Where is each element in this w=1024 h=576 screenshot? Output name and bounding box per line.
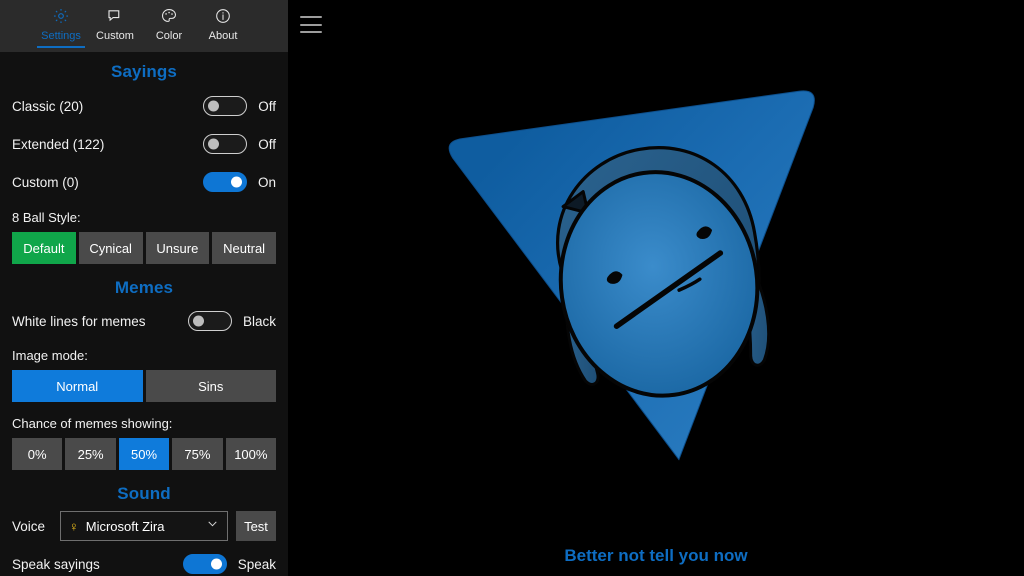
test-voice-button[interactable]: Test	[236, 511, 276, 541]
setting-row-white-lines: White lines for memes Black	[0, 302, 288, 340]
hamburger-bar	[300, 31, 322, 33]
settings-sidebar: Settings Custom	[0, 0, 288, 576]
chance-0-button[interactable]: 0%	[12, 438, 62, 470]
image-mode-button-group: Normal Sins	[0, 370, 288, 402]
ball-style-neutral-button[interactable]: Neutral	[212, 232, 276, 264]
custom-toggle[interactable]	[203, 172, 247, 192]
speak-sayings-label: Speak sayings	[12, 557, 100, 572]
ball-style-cynical-button[interactable]: Cynical	[79, 232, 143, 264]
ball-style-label: 8 Ball Style:	[0, 210, 288, 225]
tab-color[interactable]: Color	[142, 0, 196, 52]
extended-toggle-wrap: Off	[203, 134, 276, 154]
toggle-knob	[208, 101, 219, 112]
white-lines-toggle[interactable]	[188, 311, 232, 331]
image-mode-normal-button[interactable]: Normal	[12, 370, 143, 402]
white-lines-label: White lines for memes	[12, 314, 146, 329]
chance-50-button[interactable]: 50%	[119, 438, 169, 470]
tab-settings[interactable]: Settings	[34, 0, 88, 52]
hamburger-menu-icon[interactable]	[300, 16, 322, 33]
ball-style-default-button[interactable]: Default	[12, 232, 76, 264]
classic-toggle-state: Off	[258, 99, 276, 114]
classic-toggle-wrap: Off	[203, 96, 276, 116]
voice-dropdown[interactable]: ♀ Microsoft Zira	[60, 511, 228, 541]
voice-selected-value: Microsoft Zira	[86, 519, 206, 534]
extended-toggle[interactable]	[203, 134, 247, 154]
chance-25-button[interactable]: 25%	[65, 438, 115, 470]
toggle-knob	[208, 139, 219, 150]
voice-row: Voice ♀ Microsoft Zira Test	[0, 511, 288, 541]
custom-label: Custom (0)	[12, 175, 79, 190]
setting-row-extended: Extended (122) Off	[0, 125, 288, 163]
tab-custom[interactable]: Custom	[88, 0, 142, 52]
ball-style-button-group: Default Cynical Unsure Neutral	[0, 232, 288, 264]
chance-label: Chance of memes showing:	[0, 416, 288, 431]
white-lines-toggle-wrap: Black	[188, 311, 276, 331]
tab-settings-label: Settings	[41, 29, 81, 43]
info-circle-icon	[214, 5, 232, 27]
hamburger-bar	[300, 24, 322, 26]
magic-8-ball-stage[interactable]	[288, 60, 1024, 518]
chance-75-button[interactable]: 75%	[172, 438, 222, 470]
app-window: Settings Custom	[0, 0, 1024, 576]
main-content: Better not tell you now	[288, 0, 1024, 576]
tab-color-label: Color	[156, 29, 182, 43]
white-lines-toggle-state: Black	[243, 314, 276, 329]
image-mode-sins-button[interactable]: Sins	[146, 370, 277, 402]
toggle-knob	[211, 559, 222, 570]
tab-active-indicator	[37, 46, 85, 48]
section-header-sayings: Sayings	[0, 62, 288, 82]
custom-toggle-state: On	[258, 175, 276, 190]
blue-triangle-face-icon	[446, 79, 866, 499]
setting-row-custom: Custom (0) On	[0, 163, 288, 201]
chance-button-group: 0% 25% 50% 75% 100%	[0, 438, 288, 470]
gear-icon	[52, 5, 70, 27]
answer-text: Better not tell you now	[288, 546, 1024, 566]
setting-row-classic: Classic (20) Off	[0, 87, 288, 125]
section-header-memes: Memes	[0, 278, 288, 298]
classic-label: Classic (20)	[12, 99, 83, 114]
voice-label: Voice	[12, 519, 52, 534]
tab-about-label: About	[209, 29, 238, 43]
classic-toggle[interactable]	[203, 96, 247, 116]
setting-row-speak-sayings: Speak sayings Speak	[0, 545, 288, 576]
speech-bubble-icon	[106, 5, 124, 27]
section-header-sound: Sound	[0, 484, 288, 504]
speak-toggle-state: Speak	[238, 557, 276, 572]
chance-100-button[interactable]: 100%	[226, 438, 276, 470]
tab-about[interactable]: About	[196, 0, 250, 52]
ball-style-unsure-button[interactable]: Unsure	[146, 232, 210, 264]
image-mode-label: Image mode:	[0, 348, 288, 363]
hamburger-bar	[300, 16, 322, 18]
speak-sayings-toggle[interactable]	[183, 554, 227, 574]
female-symbol-icon: ♀	[69, 520, 79, 533]
chevron-down-icon	[206, 517, 219, 535]
toggle-knob	[231, 177, 242, 188]
extended-label: Extended (122)	[12, 137, 104, 152]
speak-toggle-wrap: Speak	[183, 554, 276, 574]
custom-toggle-wrap: On	[203, 172, 276, 192]
palette-icon	[160, 5, 178, 27]
toggle-knob	[193, 316, 204, 327]
tab-bar: Settings Custom	[0, 0, 288, 52]
tab-custom-label: Custom	[96, 29, 134, 43]
extended-toggle-state: Off	[258, 137, 276, 152]
